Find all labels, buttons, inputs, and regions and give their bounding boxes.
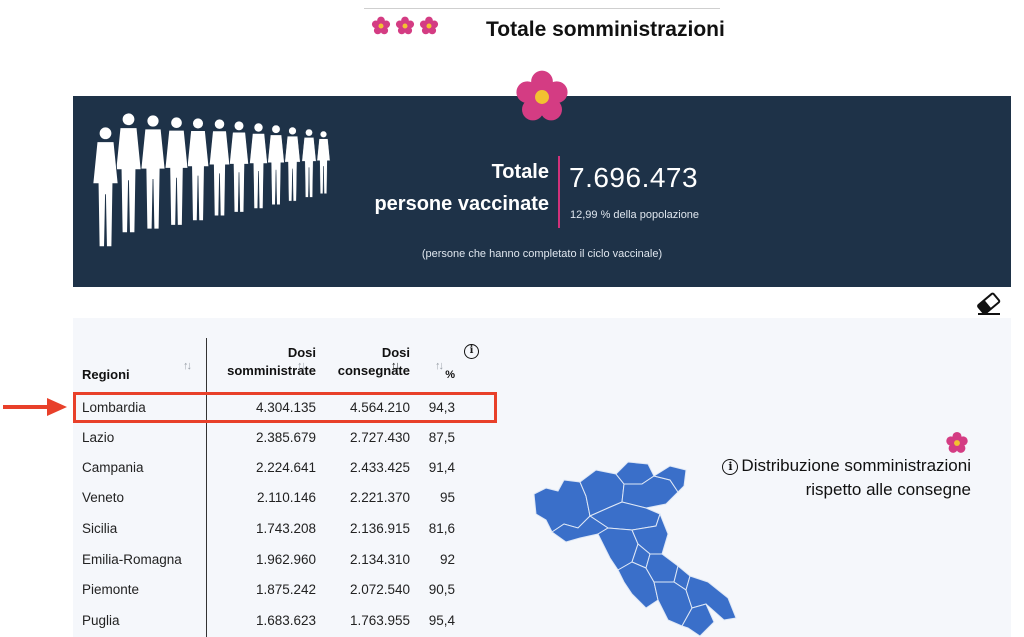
- flower-icon: [371, 16, 391, 35]
- map-title: i Distribuzione somministrazioni rispetto…: [722, 454, 971, 502]
- page-title: Totale somministrazioni: [486, 18, 725, 41]
- table-row[interactable]: Campania 2.224.641 2.433.425 91,4: [73, 452, 493, 482]
- cell-consegnate: 1.763.955: [349, 613, 410, 628]
- sort-icon[interactable]: ↑↓: [183, 360, 192, 372]
- cell-regione: Campania: [82, 460, 144, 475]
- cell-somministrate: 2.110.146: [256, 490, 316, 505]
- cell-percent: 87,5: [428, 430, 455, 445]
- highlight-box: [73, 392, 497, 423]
- cell-consegnate: 2.221.370: [349, 490, 410, 505]
- header-consegnate[interactable]: Dosi consegnate: [338, 344, 410, 380]
- cell-regione: Emilia-Romagna: [82, 552, 182, 567]
- total-label-line1: Totale: [491, 161, 549, 183]
- total-value: 7.696.473: [569, 162, 699, 193]
- cell-consegnate: 2.433.425: [349, 460, 410, 475]
- cell-regione: Sicilia: [82, 521, 118, 536]
- cell-consegnate: 2.072.540: [349, 582, 410, 597]
- sort-desc-icon[interactable]: ↑↓: [391, 360, 400, 372]
- cell-regione: Lazio: [82, 430, 115, 445]
- header-regioni[interactable]: Regioni: [82, 366, 130, 384]
- header-percent[interactable]: %: [445, 366, 455, 384]
- italy-map[interactable]: [528, 458, 738, 637]
- sort-icon[interactable]: ↑↓: [435, 360, 444, 372]
- total-label-line2: persone vaccinate: [374, 193, 549, 215]
- cell-somministrate: 1.962.960: [255, 552, 316, 567]
- cell-consegnate: 2.727.430: [349, 430, 410, 445]
- table-row[interactable]: Lazio 2.385.679 2.727.430 87,5: [73, 422, 493, 452]
- cell-percent: 81,6: [428, 521, 455, 536]
- total-divider: [558, 156, 560, 228]
- table-header: Regioni ↑↓ Dosi somministrate ↑↓ Dosi co…: [73, 318, 493, 388]
- map-title-text1: Distribuzione somministrazioni: [741, 456, 971, 475]
- table-row[interactable]: Veneto 2.110.146 2.221.370 95: [73, 482, 493, 512]
- crowd-silhouette-icon: [93, 112, 331, 248]
- header-consegnate-line1: Dosi: [381, 345, 410, 360]
- cell-percent: 95: [439, 490, 455, 505]
- cell-percent: 92: [439, 552, 455, 567]
- cell-somministrate: 2.224.641: [255, 460, 316, 475]
- cell-consegnate: 2.136.915: [349, 521, 410, 536]
- table-row[interactable]: Piemonte 1.875.242 2.072.540 90,5: [73, 574, 493, 604]
- map-title-line2: rispetto alle consegne: [805, 480, 971, 499]
- table-row[interactable]: Puglia 1.683.623 1.763.955 95,4: [73, 605, 493, 635]
- cell-regione: Veneto: [82, 490, 125, 505]
- total-label: Totale persone vaccinate: [374, 156, 549, 220]
- total-note: (persone che hanno completato il ciclo v…: [421, 248, 663, 260]
- map-title-line1: i Distribuzione somministrazioni: [722, 454, 971, 478]
- table-row[interactable]: Sicilia 1.743.208 2.136.915 81,6: [73, 513, 493, 543]
- cell-percent: 95,4: [428, 613, 455, 628]
- cell-somministrate: 1.683.623: [255, 613, 316, 628]
- primula-flower-icon: [946, 431, 968, 453]
- cell-percent: 91,4: [428, 460, 455, 475]
- cell-somministrate: 2.385.679: [255, 430, 316, 445]
- cell-somministrate: 1.743.208: [255, 521, 316, 536]
- cell-regione: Puglia: [82, 613, 120, 628]
- header-consegnate-line2: consegnate: [337, 363, 410, 378]
- total-percent: 12,99 % della popolazione: [570, 209, 700, 221]
- red-arrow-icon: [3, 398, 67, 416]
- top-divider: [364, 8, 720, 9]
- flower-icon: [419, 16, 439, 35]
- info-icon[interactable]: i: [464, 344, 479, 359]
- sort-icon[interactable]: ↑↓: [297, 360, 306, 372]
- eraser-icon[interactable]: [976, 292, 1002, 316]
- table-row[interactable]: Emilia-Romagna 1.962.960 2.134.310 92: [73, 544, 493, 574]
- cell-somministrate: 1.875.242: [255, 582, 316, 597]
- flower-icon: [395, 16, 415, 35]
- cell-regione: Piemonte: [82, 582, 140, 597]
- cell-consegnate: 2.134.310: [349, 552, 410, 567]
- cell-percent: 90,5: [428, 582, 455, 597]
- flowers-row: [370, 15, 440, 37]
- primula-flower-icon: [516, 70, 568, 121]
